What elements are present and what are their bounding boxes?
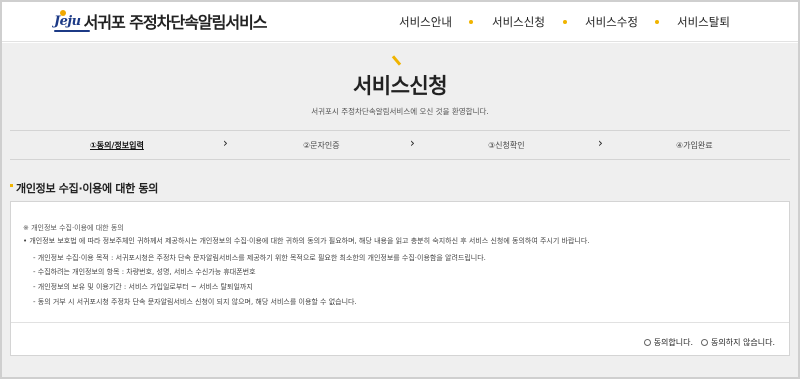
nav-separator-dot-icon (563, 20, 567, 24)
nav-item-service-withdraw[interactable]: 서비스탈퇴 (677, 14, 730, 30)
disagree-radio-circle[interactable] (701, 339, 709, 346)
page-subtitle: 서귀포시 주정차단속알림서비스에 오신 것을 환영합니다. (311, 107, 489, 116)
consent-text-box[interactable]: ※ 개인정보 수집·이용에 대한 동의 • 개인정보 보호법 에 따라 정보주체… (23, 211, 789, 321)
site-header: Jeju 서귀포 주정차단속알림서비스 서비스안내 서비스신청 서비스수정 서비… (2, 2, 798, 42)
disagree-label: 동의하지 않습니다. (711, 338, 775, 347)
agree-label: 동의합니다. (653, 338, 694, 347)
step-sms-auth: ②문자인증 (303, 141, 340, 150)
nav-item-service-info[interactable]: 서비스안내 (399, 14, 452, 30)
main-nav: 서비스안내 서비스신청 서비스수정 서비스탈퇴 (2, 14, 798, 32)
consent-radio-group: 동의합니다. 동의하지 않습니다. (636, 337, 775, 348)
progress-steps: ①동의/정보입력 › ②문자인증 › ③신청확인 › ④가입완료 (10, 130, 790, 160)
consent-item-purpose: - 개인정보 수집·이용 목적 : 서귀포시청은 주정차 단속 문자알림서비스를… (33, 254, 486, 262)
agree-radio[interactable]: 동의합니다. (643, 337, 694, 348)
consent-heading: ※ 개인정보 수집·이용에 대한 동의 (23, 224, 124, 232)
chevron-right-icon: › (410, 136, 415, 150)
consent-item-period: - 개인정보의 보유 및 이용기간 : 서비스 가입일로부터 ~ 서비스 탈퇴일… (33, 283, 253, 291)
consent-intro: • 개인정보 보호법 에 따라 정보주체인 귀하께서 제공하시는 개인정보의 수… (23, 237, 590, 245)
chevron-right-icon: › (223, 136, 228, 150)
consent-panel: ※ 개인정보 수집·이용에 대한 동의 • 개인정보 보호법 에 따라 정보주체… (10, 201, 790, 356)
panel-divider (11, 322, 789, 323)
nav-item-service-apply[interactable]: 서비스신청 (492, 14, 545, 30)
agree-radio-circle[interactable] (643, 339, 651, 346)
step-complete: ④가입완료 (676, 141, 713, 150)
section-title: 개인정보 수집·이용에 대한 동의 (16, 182, 159, 195)
consent-item-fields: - 수집하려는 개인정보의 항목 : 차량번호, 성명, 서비스 수신가능 휴대… (33, 268, 256, 276)
nav-separator-dot-icon (469, 20, 473, 24)
step-consent: ①동의/정보입력 (90, 141, 144, 150)
step-confirm: ③신청확인 (488, 141, 525, 150)
consent-item-refusal: - 동의 거부 시 서귀포시청 주정차 단속 문자알림서비스 신청이 되지 않으… (33, 298, 357, 306)
page-title: 서비스신청 (352, 74, 448, 98)
disagree-radio[interactable]: 동의하지 않습니다. (701, 337, 775, 348)
section-bullet-icon (10, 184, 13, 187)
chevron-right-icon: › (598, 136, 603, 150)
nav-item-service-edit[interactable]: 서비스수정 (585, 14, 638, 30)
nav-separator-dot-icon (655, 20, 659, 24)
